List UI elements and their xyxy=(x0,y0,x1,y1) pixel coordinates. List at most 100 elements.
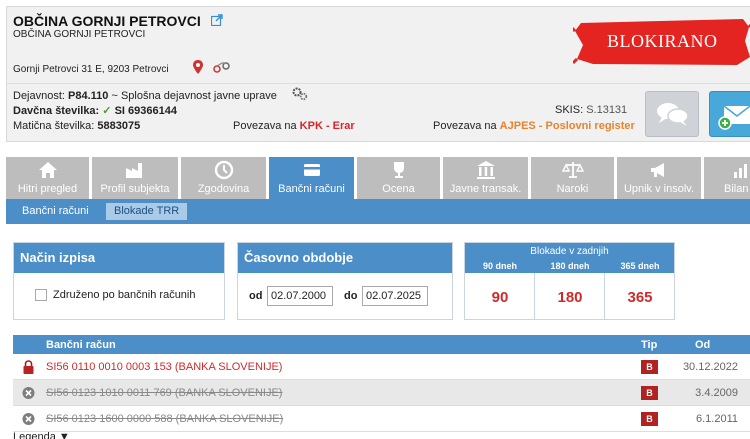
chat-button[interactable] xyxy=(645,91,699,137)
tab-label: Ocena xyxy=(382,183,415,195)
tax-row: Davčna številka: ✓ SI 69366144 xyxy=(13,104,177,117)
activity-row: Dejavnost: P84.110 ~ Splošna dejavnost j… xyxy=(13,90,277,102)
tab-label: Bilan xyxy=(724,183,749,195)
credit-card-icon xyxy=(303,164,320,176)
display-mode-title: Način izpisa xyxy=(14,243,224,273)
tab-label: Bančni računi xyxy=(278,183,345,195)
chart-icon xyxy=(734,164,747,178)
route-icon[interactable] xyxy=(213,61,231,73)
kpk-row: Povezava na KPK - Erar xyxy=(233,120,355,132)
date-to-input[interactable] xyxy=(362,286,428,306)
kpk-link[interactable]: KPK - Erar xyxy=(300,120,355,132)
tab-label: Profil subjekta xyxy=(100,183,170,195)
home-icon xyxy=(38,162,57,178)
tab-public-transactions[interactable]: Javne transak. xyxy=(443,157,529,199)
blocks-180-value: 180 xyxy=(557,289,583,306)
reg-row: Matična številka: 5883075 xyxy=(13,120,140,132)
account-number[interactable]: SI56 0110 0010 0003 153 (BANKA SLOVENIJE… xyxy=(46,361,282,373)
blocked-stamp-text: BLOKIRANO xyxy=(607,31,718,51)
blocked-accounts-table: Bančni račun Tip Od SI56 0110 0010 0003 … xyxy=(13,335,750,432)
reg-number: 5883075 xyxy=(97,120,141,132)
ajpes-link[interactable]: AJPES - Poslovni register xyxy=(500,120,635,132)
blocks-90-label: 90 dneh xyxy=(482,261,517,271)
legend-toggle[interactable]: Legenda ▼ xyxy=(13,431,70,439)
blocks-summary-header: 90 dneh 180 dneh 365 dneh xyxy=(465,260,674,273)
tab-label: Zgodovina xyxy=(197,183,250,195)
closed-x-icon xyxy=(22,413,35,425)
type-badge: B xyxy=(641,360,658,374)
account-number[interactable]: SI56 0123 1600 0000 588 (BANKA SLOVENIJE… xyxy=(46,413,283,425)
company-subtitle: OBČINA GORNJI PETROVCI xyxy=(13,29,146,40)
tab-history[interactable]: Zgodovina xyxy=(181,157,267,199)
block-date: 6.1.2011 xyxy=(695,413,738,425)
ajpes-prefix: Povezava na xyxy=(433,120,497,132)
tab-bank-accounts[interactable]: Bančni računi xyxy=(269,157,355,199)
chat-icon xyxy=(657,103,689,126)
tax-number: SI 69366144 xyxy=(114,105,177,117)
tab-label: Hitri pregled xyxy=(17,183,78,195)
tab-creditor-insolvency[interactable]: Upnik v insolv. xyxy=(617,157,702,199)
header-divider xyxy=(7,83,750,84)
table-row[interactable]: SI56 0110 0010 0003 153 (BANKA SLOVENIJE… xyxy=(13,354,750,380)
main-tabs: Hitri pregled Profil subjekta Zgodovina … xyxy=(6,157,750,199)
group-by-account-label: Združeno po bančnih računih xyxy=(53,289,196,301)
subtab-bank-accounts[interactable]: Bančni računi xyxy=(14,203,97,220)
tab-label: Javne transak. xyxy=(449,183,522,195)
trophy-icon xyxy=(393,162,404,178)
company-address: Gornji Petrovci 31 E, 9203 Petrovci xyxy=(13,64,169,75)
closed-x-icon xyxy=(22,387,35,399)
type-badge: B xyxy=(641,412,658,426)
ajpes-row: Povezava na AJPES - Poslovni register xyxy=(433,120,635,132)
time-period-title: Časovno obdobje xyxy=(238,243,452,273)
external-link-icon[interactable] xyxy=(211,14,223,26)
company-name: OBČINA GORNJI PETROVCI xyxy=(13,13,201,29)
tab-rating[interactable]: Ocena xyxy=(357,157,441,199)
blocks-summary-panel: Blokade v zadnjih 90 dneh 180 dneh 365 d… xyxy=(464,242,675,320)
map-pin-icon[interactable] xyxy=(193,60,203,74)
skis-value: S.13131 xyxy=(586,104,628,116)
company-header: OBČINA GORNJI PETROVCI OBČINA GORNJI PET… xyxy=(6,6,750,142)
tab-hearings[interactable]: Naroki xyxy=(531,157,615,199)
activity-label: Dejavnost: xyxy=(13,90,65,102)
display-mode-panel: Način izpisa Združeno po bančnih računih xyxy=(13,242,225,320)
subtab-trr-blocks[interactable]: Blokade TRR xyxy=(106,203,188,220)
tab-label: Naroki xyxy=(556,183,589,195)
time-period-panel: Časovno obdobje od do xyxy=(237,242,453,320)
kpk-prefix: Povezava na xyxy=(233,120,297,132)
tab-quick-overview[interactable]: Hitri pregled xyxy=(6,157,90,199)
blocks-90-value: 90 xyxy=(491,289,509,306)
reg-label: Matična številka: xyxy=(13,120,95,132)
col-from-header[interactable]: Od xyxy=(695,339,710,351)
activity-code: P84.110 xyxy=(68,90,109,102)
blocks-summary-title: Blokade v zadnjih xyxy=(465,243,674,260)
col-account-header[interactable]: Bančni račun xyxy=(46,339,116,351)
table-header: Bančni račun Tip Od xyxy=(13,335,750,354)
verified-check-icon: ✓ xyxy=(102,105,112,117)
skis-label: SKIS: xyxy=(555,104,584,116)
date-from-label: od xyxy=(249,290,263,302)
tab-subject-profile[interactable]: Profil subjekta xyxy=(92,157,179,199)
send-button[interactable] xyxy=(709,91,750,137)
date-to-label: do xyxy=(344,290,358,302)
sub-tabs: Bančni računi Blokade TRR xyxy=(6,199,750,224)
tab-balance[interactable]: Bilan xyxy=(704,157,750,199)
factory-icon xyxy=(126,163,142,178)
building-icon xyxy=(476,161,495,179)
envelope-add-icon xyxy=(718,105,750,130)
skis-row: SKIS: S.13131 xyxy=(555,104,627,116)
account-number[interactable]: SI56 0123 1010 0011 769 (BANKA SLOVENIJE… xyxy=(46,387,282,399)
group-by-account-checkbox[interactable] xyxy=(35,289,47,301)
megaphone-icon xyxy=(651,163,664,177)
gears-icon[interactable] xyxy=(292,87,308,101)
date-from-input[interactable] xyxy=(267,286,333,306)
table-row[interactable]: SI56 0123 1600 0000 588 (BANKA SLOVENIJE… xyxy=(13,406,750,432)
activity-desc: ~ Splošna dejavnost javne uprave xyxy=(111,90,277,102)
blocks-365-label: 365 dneh xyxy=(620,261,660,271)
clock-icon xyxy=(214,160,233,180)
table-row[interactable]: SI56 0123 1010 0011 769 (BANKA SLOVENIJE… xyxy=(13,380,750,406)
tab-label: Upnik v insolv. xyxy=(623,183,695,195)
blocks-180-label: 180 dneh xyxy=(550,261,590,271)
lock-icon xyxy=(23,360,34,374)
col-type-header[interactable]: Tip xyxy=(641,339,657,351)
block-date: 30.12.2022 xyxy=(682,361,738,373)
